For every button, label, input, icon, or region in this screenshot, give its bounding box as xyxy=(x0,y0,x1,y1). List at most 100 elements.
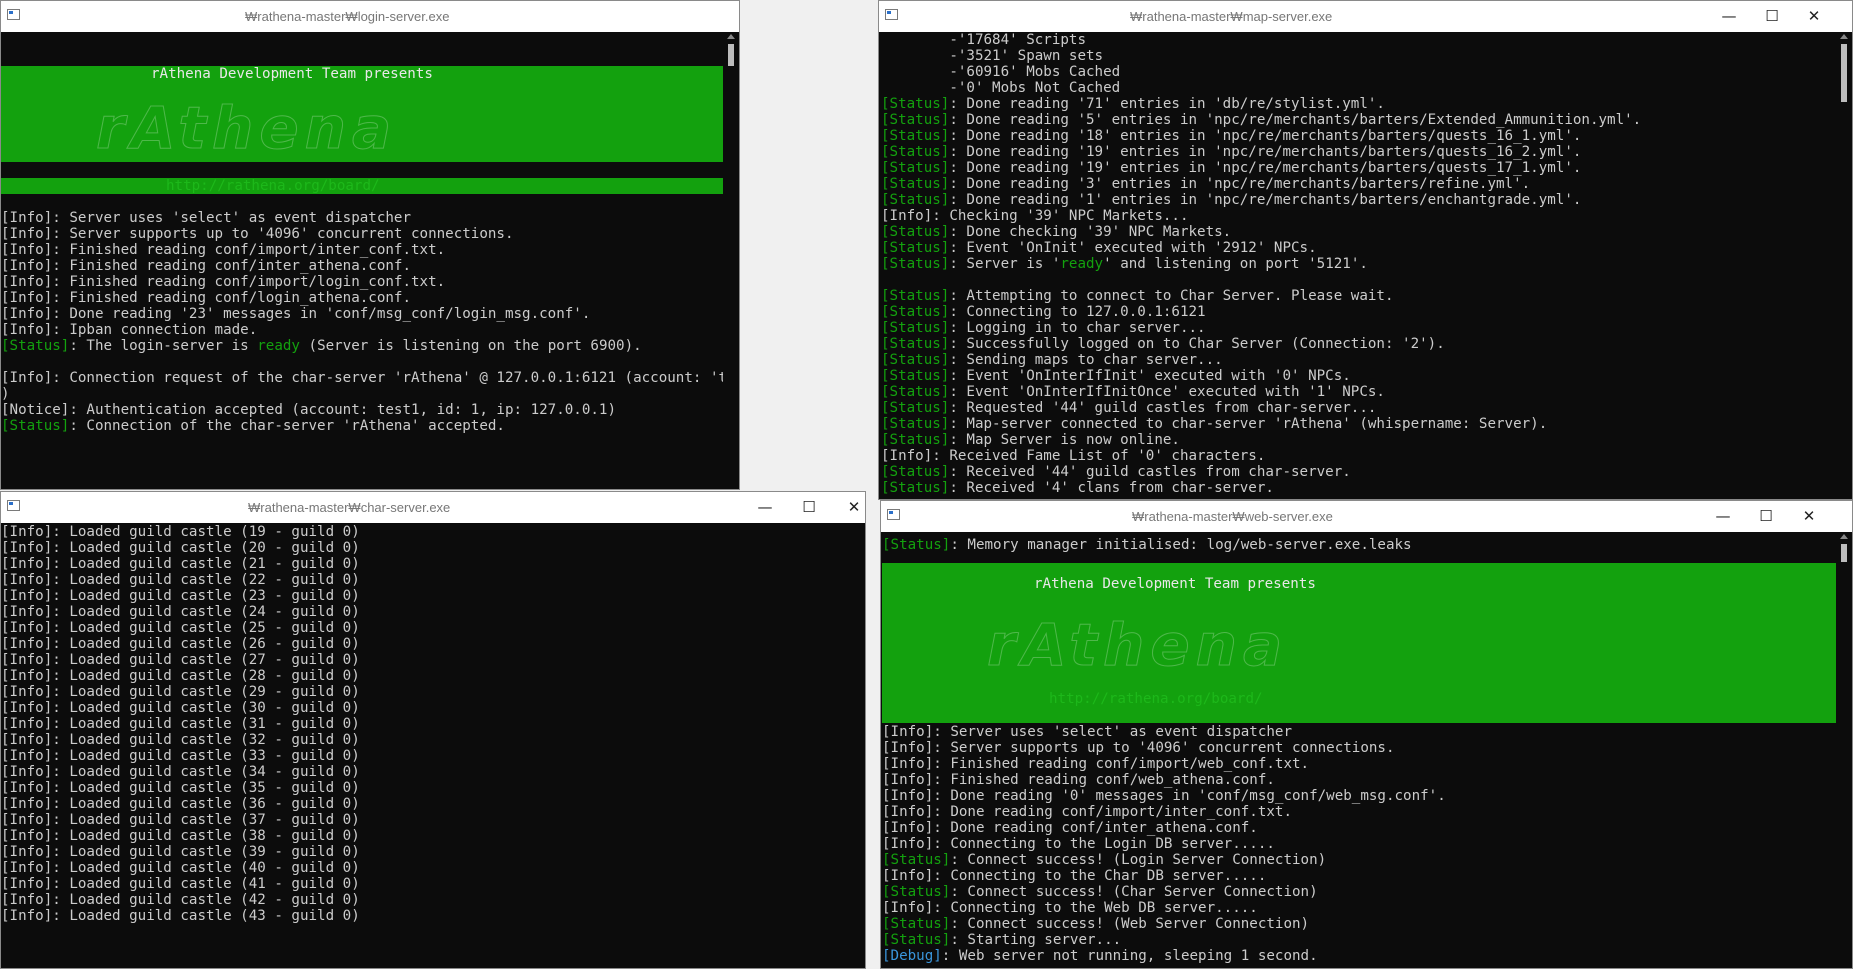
minimize-button[interactable]: — xyxy=(1703,504,1743,528)
char-server-titlebar[interactable]: ₩rathena-master₩char-server.exe — ☐ ✕ xyxy=(1,492,865,523)
minimize-button[interactable]: — xyxy=(1709,4,1749,28)
log-line: [Info]: Finished reading conf/import/int… xyxy=(1,242,739,258)
log-line: [Info]: Loaded guild castle (19 - guild … xyxy=(1,524,865,540)
banner-title: rAthena Development Team presents xyxy=(151,66,433,82)
log-text: [Info]: Connecting to the Web DB server.… xyxy=(882,900,1258,916)
log-line: [Status]: The login-server is ready (Ser… xyxy=(1,338,739,354)
log-text: : Done reading '18' entries in 'npc/re/m… xyxy=(949,128,1582,144)
log-text: : Starting server... xyxy=(950,932,1122,948)
log-text: : Event 'OnInit' executed with '2912' NP… xyxy=(949,240,1317,256)
log-lines: [Info]: Loaded guild castle (19 - guild … xyxy=(1,524,865,924)
log-line: [Debug]: Web server not running, sleepin… xyxy=(882,948,1852,964)
log-text: [Info]: Done reading conf/import/inter_c… xyxy=(882,804,1292,820)
log-line: [Status]: Memory manager initialised: lo… xyxy=(882,537,1852,553)
rathena-logo: rAthena xyxy=(986,611,1289,680)
log-text: : Memory manager initialised: log/web-se… xyxy=(950,537,1412,553)
log-lines: [Info]: Server uses 'select' as event di… xyxy=(1,210,739,434)
scroll-up-icon[interactable] xyxy=(1840,34,1848,39)
log-text: [Info]: Loaded guild castle (42 - guild … xyxy=(1,892,360,908)
log-text: [Info]: Loaded guild castle (40 - guild … xyxy=(1,860,360,876)
maximize-button[interactable]: ☐ xyxy=(789,495,829,519)
log-line: [Status]: Event 'OnInterIfInit' executed… xyxy=(881,368,1852,384)
log-line: [Info]: Loaded guild castle (30 - guild … xyxy=(1,700,865,716)
log-text: [Info]: Loaded guild castle (31 - guild … xyxy=(1,716,360,732)
log-text: [Info]: Done reading conf/inter_athena.c… xyxy=(882,820,1258,836)
log-line: -'0' Mobs Not Cached xyxy=(881,80,1852,96)
log-line: [Info]: Connecting to the Char DB server… xyxy=(882,868,1852,884)
close-button[interactable]: ✕ xyxy=(1794,4,1834,28)
vertical-scrollbar[interactable] xyxy=(723,32,739,489)
console-output[interactable]: [Status]: Memory manager initialised: lo… xyxy=(882,532,1852,968)
log-text: : Event 'OnInterIfInit' executed with '0… xyxy=(949,368,1351,384)
char-server-window[interactable]: ₩rathena-master₩char-server.exe — ☐ ✕ [I… xyxy=(0,491,866,969)
log-line: -'3521' Spawn sets xyxy=(881,48,1852,64)
log-text: [Info]: Loaded guild castle (37 - guild … xyxy=(1,812,360,828)
log-line: [Info]: Server supports up to '4096' con… xyxy=(882,740,1852,756)
log-text: : Received '4' clans from char-server. xyxy=(949,480,1274,496)
log-line: [Info]: Loaded guild castle (33 - guild … xyxy=(1,748,865,764)
log-line: [Info]: Done reading '23' messages in 'c… xyxy=(1,306,739,322)
close-button[interactable]: ✕ xyxy=(834,495,865,519)
console-output[interactable]: -'17684' Scripts -'3521' Spawn sets -'60… xyxy=(879,32,1852,499)
status-tag: [Status] xyxy=(881,112,950,128)
log-line: [Info]: Loaded guild castle (43 - guild … xyxy=(1,908,865,924)
log-lines: -'17684' Scripts -'3521' Spawn sets -'60… xyxy=(881,32,1852,496)
scroll-thumb[interactable] xyxy=(728,44,734,66)
log-line: [Info]: Server uses 'select' as event di… xyxy=(1,210,739,226)
map-server-titlebar[interactable]: ₩rathena-master₩map-server.exe — ☐ ✕ xyxy=(879,1,1852,32)
login-server-window[interactable]: ₩rathena-master₩login-server.exe — ☐ ✕ r… xyxy=(0,0,740,490)
log-line: [Info]: Connecting to the Web DB server.… xyxy=(882,900,1852,916)
console-output[interactable]: rAthena Development Team presents rAthen… xyxy=(1,32,739,489)
rathena-banner: rAthena Development Team presents rAthen… xyxy=(1,66,739,163)
maximize-button[interactable]: ☐ xyxy=(1752,4,1792,28)
log-text: [Info]: Loaded guild castle (24 - guild … xyxy=(1,604,360,620)
log-text: -'17684' Scripts xyxy=(881,32,1086,48)
close-button[interactable]: ✕ xyxy=(1789,504,1829,528)
log-line: [Status]: Sending maps to char server... xyxy=(881,352,1852,368)
web-server-titlebar[interactable]: ₩rathena-master₩web-server.exe — ☐ ✕ xyxy=(881,501,1852,532)
log-line: [Status]: Connect success! (Web Server C… xyxy=(882,916,1852,932)
log-line: [Status]: Starting server... xyxy=(882,932,1852,948)
minimize-button[interactable]: — xyxy=(745,495,785,519)
log-line: [Status]: Done reading '19' entries in '… xyxy=(881,160,1852,176)
log-text: [Info]: Loaded guild castle (30 - guild … xyxy=(1,700,360,716)
log-text: : Requested '44' guild castles from char… xyxy=(949,400,1377,416)
log-line: [Status]: Done reading '3' entries in 'n… xyxy=(881,176,1852,192)
banner-url[interactable]: http://rathena.org/board/ xyxy=(166,178,380,194)
rathena-logo: rAthena xyxy=(95,94,398,163)
log-text: : Connect success! (Web Server Connectio… xyxy=(950,916,1310,932)
log-line: [Info]: Finished reading conf/inter_athe… xyxy=(1,258,739,274)
log-line: [Status]: Done reading '71' entries in '… xyxy=(881,96,1852,112)
log-line: [Info]: Connection request of the char-s… xyxy=(1,370,739,386)
vertical-scrollbar[interactable] xyxy=(1836,32,1852,499)
log-line: [Info]: Loaded guild castle (28 - guild … xyxy=(1,668,865,684)
log-text: ) xyxy=(1,386,10,402)
scroll-thumb[interactable] xyxy=(1841,544,1847,562)
log-text: [Info]: Server uses 'select' as event di… xyxy=(1,210,411,226)
log-text: : Event 'OnInterIfInitOnce' executed wit… xyxy=(949,384,1385,400)
scroll-up-icon[interactable] xyxy=(1840,534,1848,539)
console-output[interactable]: [Info]: Loaded guild castle (19 - guild … xyxy=(1,523,865,968)
log-text: [Info]: Loaded guild castle (23 - guild … xyxy=(1,588,360,604)
log-line: [Info]: Loaded guild castle (32 - guild … xyxy=(1,732,865,748)
scroll-up-icon[interactable] xyxy=(727,34,735,39)
status-tag: [Status] xyxy=(881,432,950,448)
log-text: [Info]: Connecting to the Char DB server… xyxy=(882,868,1267,884)
log-text: [Info]: Loaded guild castle (21 - guild … xyxy=(1,556,360,572)
banner-url[interactable]: http://rathena.org/board/ xyxy=(1049,691,1263,707)
login-server-titlebar[interactable]: ₩rathena-master₩login-server.exe — ☐ ✕ xyxy=(1,1,739,32)
status-tag: [Status] xyxy=(881,368,950,384)
vertical-scrollbar[interactable] xyxy=(1836,532,1852,968)
maximize-button[interactable]: ☐ xyxy=(1746,504,1786,528)
log-text: [Info]: Finished reading conf/web_athena… xyxy=(882,772,1275,788)
log-line: [Notice]: Authentication accepted (accou… xyxy=(1,402,739,418)
log-text: -'3521' Spawn sets xyxy=(881,48,1104,64)
status-tag: [Status] xyxy=(882,537,951,553)
scroll-thumb[interactable] xyxy=(1841,44,1847,102)
log-text: [Info]: Server supports up to '4096' con… xyxy=(1,226,514,242)
log-line: [Info]: Received Fame List of '0' charac… xyxy=(881,448,1852,464)
web-server-window[interactable]: ₩rathena-master₩web-server.exe — ☐ ✕ [St… xyxy=(880,500,1853,969)
log-line: [Info]: Loaded guild castle (35 - guild … xyxy=(1,780,865,796)
map-server-window[interactable]: ₩rathena-master₩map-server.exe — ☐ ✕ -'1… xyxy=(878,0,1853,500)
log-text: : Done reading '1' entries in 'npc/re/me… xyxy=(949,192,1582,208)
